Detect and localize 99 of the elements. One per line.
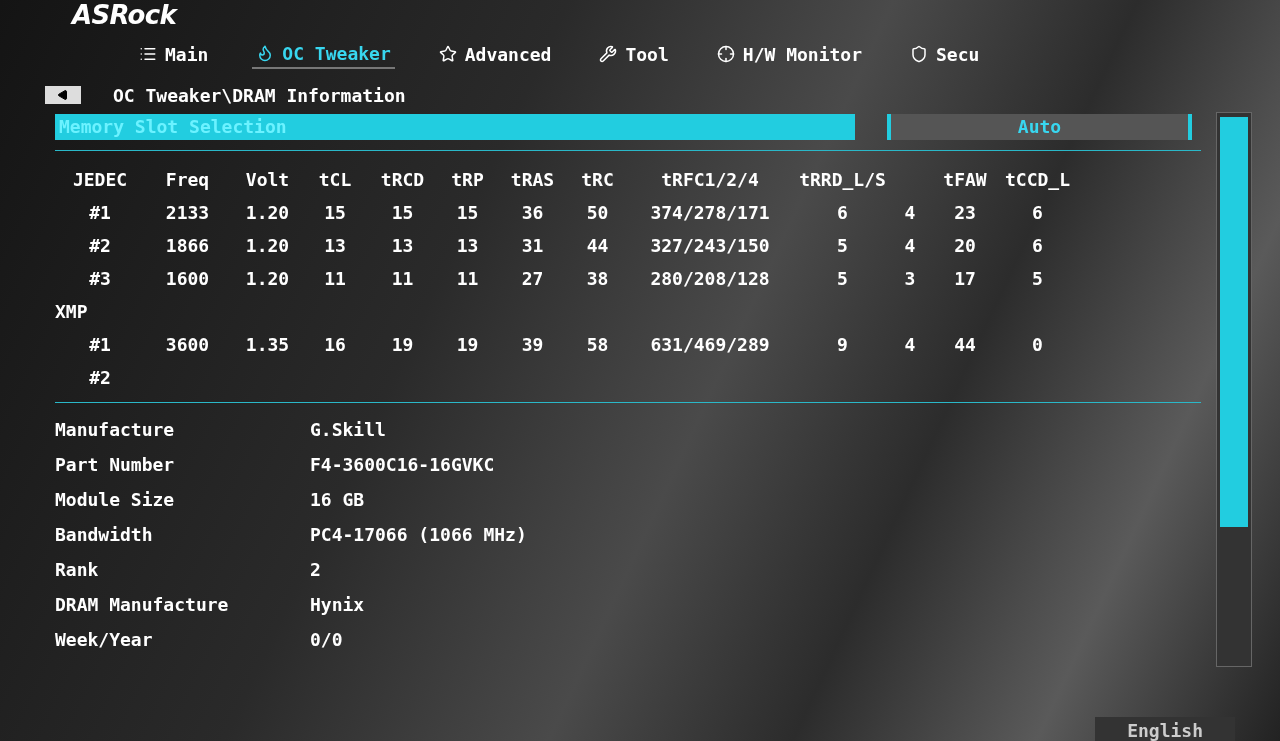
column-header: Freq	[164, 168, 211, 192]
table-cell-text: 27	[520, 267, 545, 291]
table-cell-text: #2	[88, 234, 112, 258]
info-label: Week/Year	[55, 628, 154, 652]
column-header: tCL	[317, 168, 353, 192]
column-header: tFAW	[942, 168, 988, 192]
info-label: DRAM Manufacture	[55, 593, 230, 617]
table-cell-text: 5	[836, 234, 849, 258]
table-cell-text: #1	[88, 333, 112, 357]
info-value: G.Skill	[310, 418, 386, 442]
breadcrumb: OC Tweaker\DRAM Information	[113, 83, 406, 108]
info-label: Bandwidth	[55, 523, 154, 547]
table-cell-text: 2133	[164, 201, 211, 225]
table-cell-text: 3	[903, 267, 917, 291]
setting-value[interactable]: Auto	[887, 114, 1192, 140]
table-cell-text: 50	[585, 201, 610, 225]
brand-logo: ASRock	[72, 0, 177, 32]
info-label: Part Number	[55, 453, 176, 477]
table-cell-text: 23	[953, 201, 977, 225]
info-value: 0/0	[310, 628, 343, 652]
crosshair-icon	[716, 45, 735, 63]
column-header: tRC	[580, 168, 615, 192]
table-cell-text: 36	[520, 201, 545, 225]
table-cell-text: 9	[836, 333, 849, 357]
column-header: JEDEC	[71, 168, 129, 192]
left-triangle-icon	[57, 89, 69, 101]
table-cell-text: 11	[455, 267, 480, 291]
shield-icon	[910, 45, 928, 63]
table-cell-text: 17	[953, 267, 977, 291]
table-cell-text: 13	[390, 234, 415, 258]
table-cell-text: 5	[836, 267, 849, 291]
table-cell-text: 280/208/128	[649, 267, 771, 291]
table-cell-text: 631/469/289	[649, 333, 771, 357]
table-cell-text: 19	[390, 333, 415, 357]
column-header: tRP	[450, 168, 485, 192]
table-cell-text: 1.20	[244, 234, 291, 258]
table-cell-text: #2	[88, 366, 112, 390]
table-cell-text: 44	[953, 333, 977, 357]
info-value: 16 GB	[310, 488, 365, 512]
star-icon	[438, 45, 457, 63]
table-cell-text: 0	[1031, 333, 1044, 357]
scroll-thumb[interactable]	[1220, 117, 1248, 527]
column-header: tRCD	[379, 168, 426, 192]
table-cell-text: 5	[1031, 267, 1044, 291]
nav-tab[interactable]: Advanced	[434, 40, 556, 68]
info-value: Hynix	[310, 593, 365, 617]
table-cell-text: 1.35	[244, 333, 291, 357]
info-label: Manufacture	[55, 418, 176, 442]
table-cell-text: 4	[903, 333, 917, 357]
info-label: Module Size	[55, 488, 176, 512]
list-icon	[139, 45, 157, 63]
back-button[interactable]	[45, 86, 81, 104]
info-value: F4-3600C16-16GVKC	[310, 453, 495, 477]
table-cell-text: 4	[903, 201, 917, 225]
nav-tab[interactable]: Secu	[906, 40, 984, 68]
column-header: tRRD_L/S	[798, 168, 887, 192]
table-cell-text: 327/243/150	[649, 234, 771, 258]
scrollbar[interactable]	[1216, 112, 1252, 667]
column-header: Volt	[244, 168, 291, 192]
info-value: 2	[310, 558, 321, 582]
nav-tab[interactable]: H/W Monitor	[712, 40, 866, 68]
table-cell-text: 15	[455, 201, 480, 225]
table-cell-text: 6	[836, 201, 849, 225]
table-cell-text: 31	[520, 234, 545, 258]
wrench-icon	[599, 45, 618, 63]
table-cell-text: 1600	[164, 267, 211, 291]
table-cell-text: 1.20	[244, 201, 291, 225]
language-button[interactable]: English	[1095, 717, 1235, 741]
nav-tab[interactable]: Tool	[595, 40, 673, 68]
section-label: XMP	[55, 300, 89, 324]
table-cell-text: 20	[953, 234, 977, 258]
column-header: tCCD_L	[1004, 168, 1071, 192]
table-cell-text: 13	[455, 234, 480, 258]
nav-tab[interactable]: OC Tweaker	[252, 39, 395, 69]
nav-tab[interactable]: Main	[135, 40, 213, 68]
table-cell-text: #1	[88, 201, 112, 225]
table-cell-text: 3600	[164, 333, 211, 357]
table-cell-text: 374/278/171	[649, 201, 771, 225]
column-header: tRAS	[509, 168, 556, 192]
table-cell-text: 15	[323, 201, 347, 225]
table-cell-text: 11	[390, 267, 415, 291]
table-cell-text: 58	[585, 333, 610, 357]
table-cell-text: 38	[585, 267, 610, 291]
table-cell-text: 6	[1031, 234, 1044, 258]
table-cell-text: 15	[390, 201, 415, 225]
table-cell-text: 4	[903, 234, 917, 258]
table-cell-text: 1.20	[244, 267, 291, 291]
info-label: Rank	[55, 558, 100, 582]
column-header: tRFC1/2/4	[660, 168, 760, 192]
table-cell-text: #3	[88, 267, 112, 291]
table-cell-text: 11	[323, 267, 347, 291]
table-cell-text: 16	[323, 333, 347, 357]
table-cell-text: 19	[455, 333, 480, 357]
table-cell-text: 13	[323, 234, 347, 258]
table-cell-text: 44	[585, 234, 610, 258]
table-cell-text: 6	[1031, 201, 1044, 225]
table-cell-text: 39	[520, 333, 545, 357]
table-cell-text: 1866	[164, 234, 211, 258]
info-value: PC4-17066 (1066 MHz)	[310, 523, 527, 547]
